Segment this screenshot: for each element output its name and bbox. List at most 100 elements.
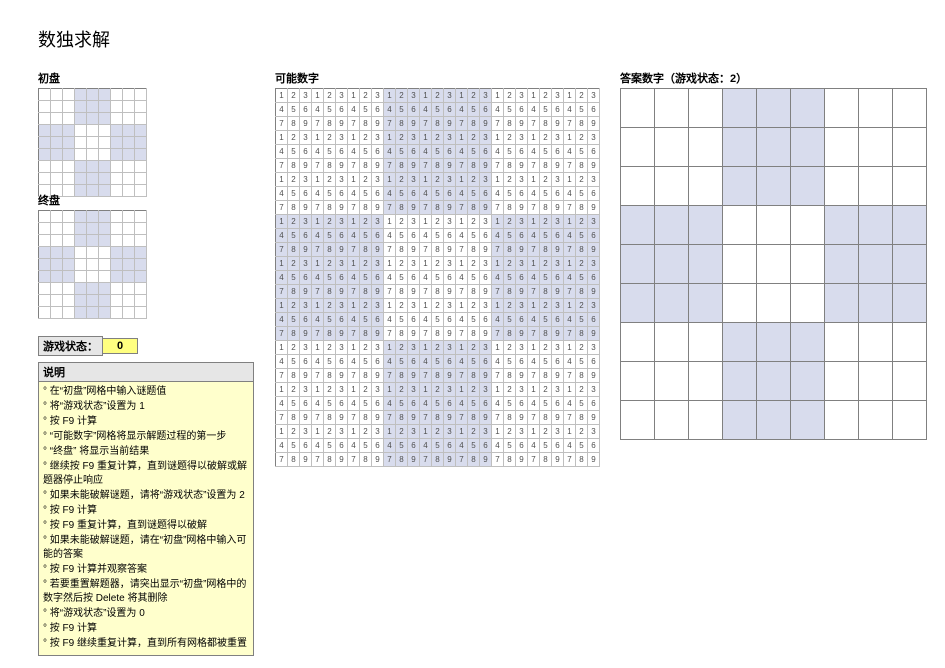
sudoku-cell[interactable] [123,113,135,125]
sudoku-cell[interactable] [51,137,63,149]
sudoku-cell[interactable] [39,89,51,101]
candidate-cell: 8 [432,159,444,173]
candidate-cell: 2 [432,299,444,313]
sudoku-cell[interactable] [135,173,147,185]
sudoku-cell[interactable] [99,137,111,149]
sudoku-cell[interactable] [75,89,87,101]
candidate-cell: 4 [564,397,576,411]
candidate-cell: 4 [312,355,324,369]
sudoku-cell[interactable] [123,161,135,173]
sudoku-cell[interactable] [51,113,63,125]
candidate-cell: 4 [348,103,360,117]
sudoku-cell[interactable] [99,101,111,113]
sudoku-cell[interactable] [111,161,123,173]
sudoku-cell[interactable] [87,161,99,173]
candidate-cell: 4 [420,397,432,411]
candidate-cell: 4 [312,103,324,117]
sudoku-cell[interactable] [99,89,111,101]
sudoku-cell[interactable] [99,173,111,185]
sudoku-cell[interactable] [75,101,87,113]
sudoku-cell[interactable] [87,125,99,137]
answer-cell [689,128,723,167]
sudoku-cell[interactable] [135,137,147,149]
sudoku-cell[interactable] [75,161,87,173]
sudoku-cell[interactable] [87,113,99,125]
sudoku-cell[interactable] [87,137,99,149]
sudoku-cell[interactable] [51,125,63,137]
candidate-cell: 8 [288,453,300,467]
candidate-cell: 1 [276,215,288,229]
candidate-cell: 6 [552,313,564,327]
sudoku-cell[interactable] [63,125,75,137]
sudoku-cell[interactable] [135,161,147,173]
candidate-cell: 5 [324,229,336,243]
sudoku-cell[interactable] [99,161,111,173]
sudoku-cell[interactable] [99,113,111,125]
initial-board-grid[interactable] [38,88,147,197]
sudoku-cell[interactable] [99,149,111,161]
sudoku-cell[interactable] [135,113,147,125]
sudoku-cell[interactable] [87,89,99,101]
sudoku-cell[interactable] [75,137,87,149]
sudoku-cell[interactable] [39,173,51,185]
sudoku-cell[interactable] [39,149,51,161]
candidate-cell: 9 [516,159,528,173]
sudoku-cell [99,223,111,235]
candidate-cell: 2 [288,215,300,229]
sudoku-cell[interactable] [123,149,135,161]
sudoku-cell[interactable] [51,173,63,185]
sudoku-cell[interactable] [111,125,123,137]
sudoku-cell[interactable] [63,113,75,125]
answer-cell [757,167,791,206]
candidate-cell: 5 [324,355,336,369]
sudoku-cell[interactable] [111,137,123,149]
sudoku-cell[interactable] [135,89,147,101]
sudoku-cell[interactable] [75,173,87,185]
sudoku-cell[interactable] [87,101,99,113]
answer-cell [689,323,723,362]
sudoku-cell[interactable] [51,89,63,101]
sudoku-cell[interactable] [123,125,135,137]
sudoku-cell[interactable] [123,101,135,113]
sudoku-cell[interactable] [87,149,99,161]
candidate-cell: 9 [372,453,384,467]
sudoku-cell[interactable] [111,101,123,113]
candidate-cell: 3 [336,131,348,145]
sudoku-cell[interactable] [51,161,63,173]
sudoku-cell[interactable] [63,161,75,173]
sudoku-cell[interactable] [123,137,135,149]
sudoku-cell[interactable] [111,173,123,185]
sudoku-cell[interactable] [135,101,147,113]
sudoku-cell[interactable] [39,101,51,113]
candidate-cell: 4 [384,187,396,201]
sudoku-cell[interactable] [75,125,87,137]
sudoku-cell[interactable] [135,149,147,161]
sudoku-cell[interactable] [63,101,75,113]
sudoku-cell[interactable] [51,101,63,113]
candidate-cell: 4 [384,145,396,159]
candidate-cell: 8 [396,285,408,299]
sudoku-cell[interactable] [111,149,123,161]
sudoku-cell[interactable] [51,149,63,161]
sudoku-cell[interactable] [123,173,135,185]
sudoku-cell[interactable] [75,149,87,161]
candidate-cell: 2 [324,89,336,103]
sudoku-cell[interactable] [63,149,75,161]
sudoku-cell[interactable] [39,161,51,173]
game-status-value[interactable]: 0 [103,338,138,354]
candidate-cell: 5 [360,355,372,369]
sudoku-cell[interactable] [63,89,75,101]
sudoku-cell[interactable] [39,125,51,137]
sudoku-cell[interactable] [111,113,123,125]
sudoku-cell[interactable] [99,125,111,137]
sudoku-cell[interactable] [63,173,75,185]
sudoku-cell[interactable] [123,89,135,101]
sudoku-cell[interactable] [39,137,51,149]
sudoku-cell[interactable] [87,173,99,185]
candidate-cell: 9 [372,285,384,299]
sudoku-cell[interactable] [63,137,75,149]
sudoku-cell[interactable] [75,113,87,125]
sudoku-cell[interactable] [135,125,147,137]
sudoku-cell[interactable] [39,113,51,125]
sudoku-cell[interactable] [111,89,123,101]
